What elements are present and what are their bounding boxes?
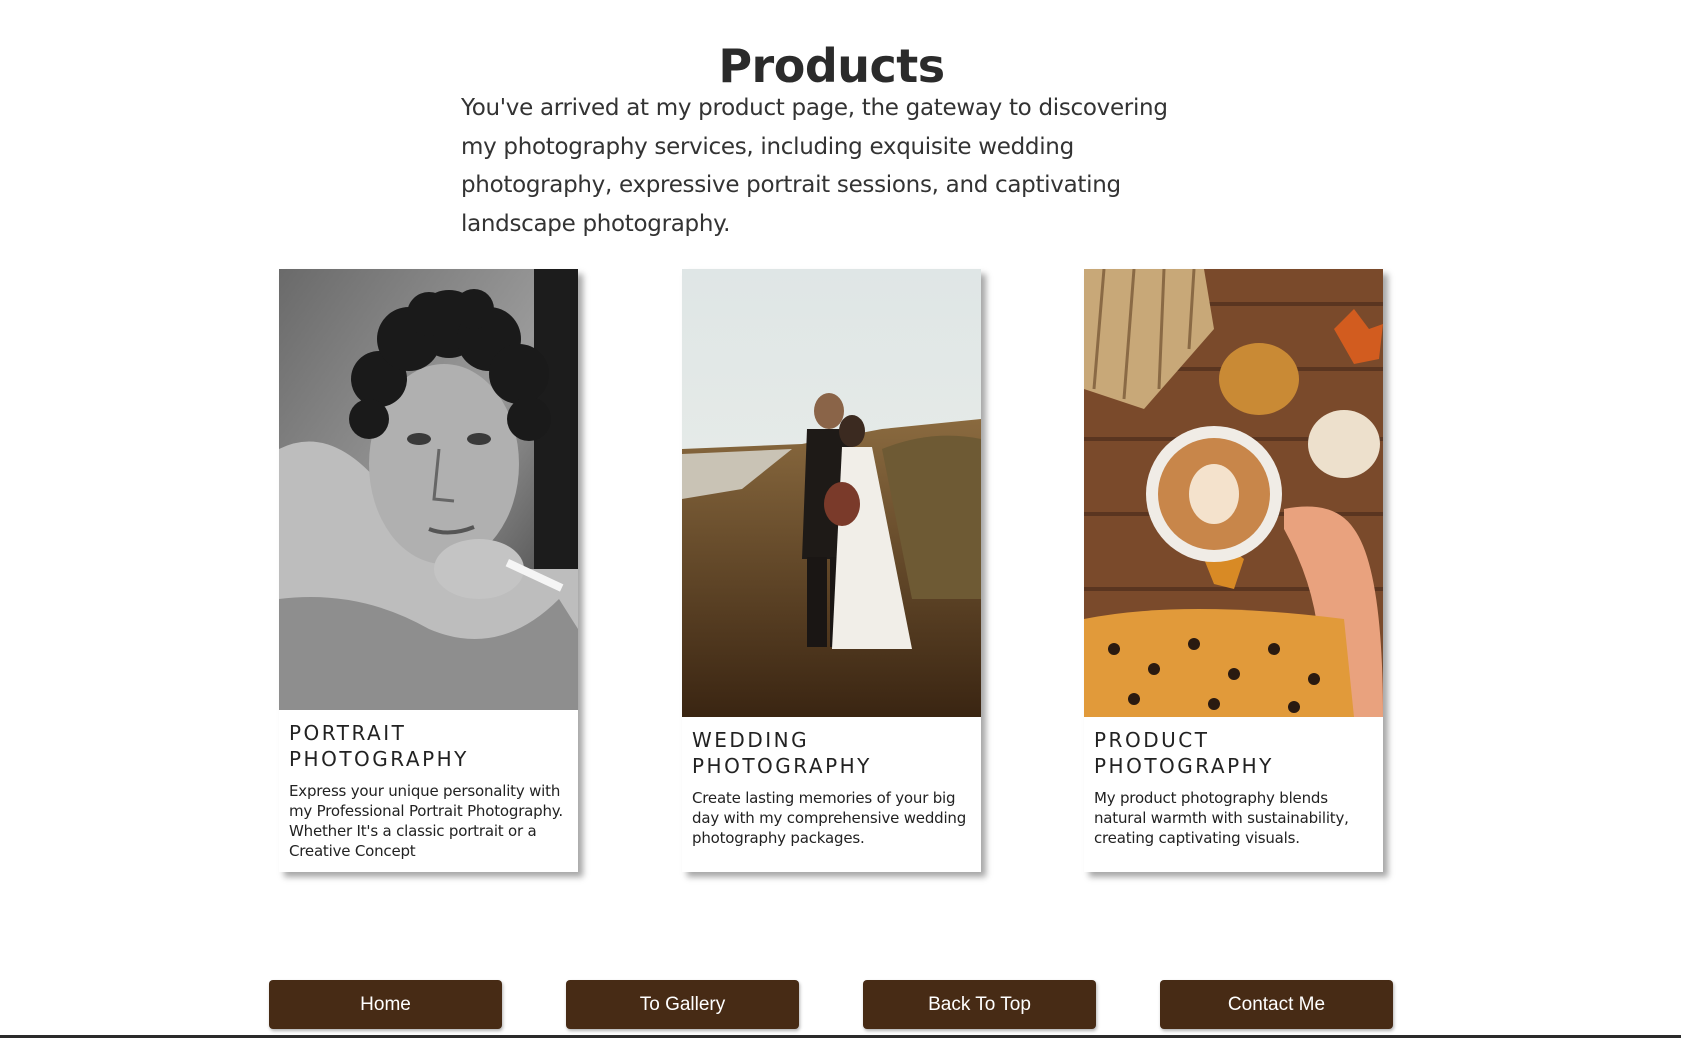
product-photo: [1084, 269, 1383, 717]
portrait-photo: [279, 269, 578, 710]
product-card-wedding: WEDDING PHOTOGRAPHY Create lasting memor…: [682, 269, 981, 872]
product-card-portrait: PORTRAIT PHOTOGRAPHY Express your unique…: [279, 269, 578, 872]
gallery-button[interactable]: To Gallery: [566, 980, 799, 1029]
product-description: My product photography blends natural wa…: [1094, 789, 1349, 847]
contact-button[interactable]: Contact Me: [1160, 980, 1393, 1029]
home-button[interactable]: Home: [269, 980, 502, 1029]
product-title: WEDDING PHOTOGRAPHY: [692, 728, 872, 778]
product-title: PRODUCT PHOTOGRAPHY: [1094, 728, 1274, 778]
product-description: Create lasting memories of your big day …: [692, 789, 967, 847]
product-card-product: PRODUCT PHOTOGRAPHY My product photograp…: [1084, 269, 1383, 872]
back-to-top-button[interactable]: Back To Top: [863, 980, 1096, 1029]
page-intro: You've arrived at my product page, the g…: [461, 95, 1168, 237]
product-description: Express your unique personality with my …: [289, 782, 563, 860]
wedding-photo: [682, 269, 981, 717]
page-title: Products: [718, 39, 945, 93]
product-title: PORTRAIT PHOTOGRAPHY: [289, 721, 469, 771]
